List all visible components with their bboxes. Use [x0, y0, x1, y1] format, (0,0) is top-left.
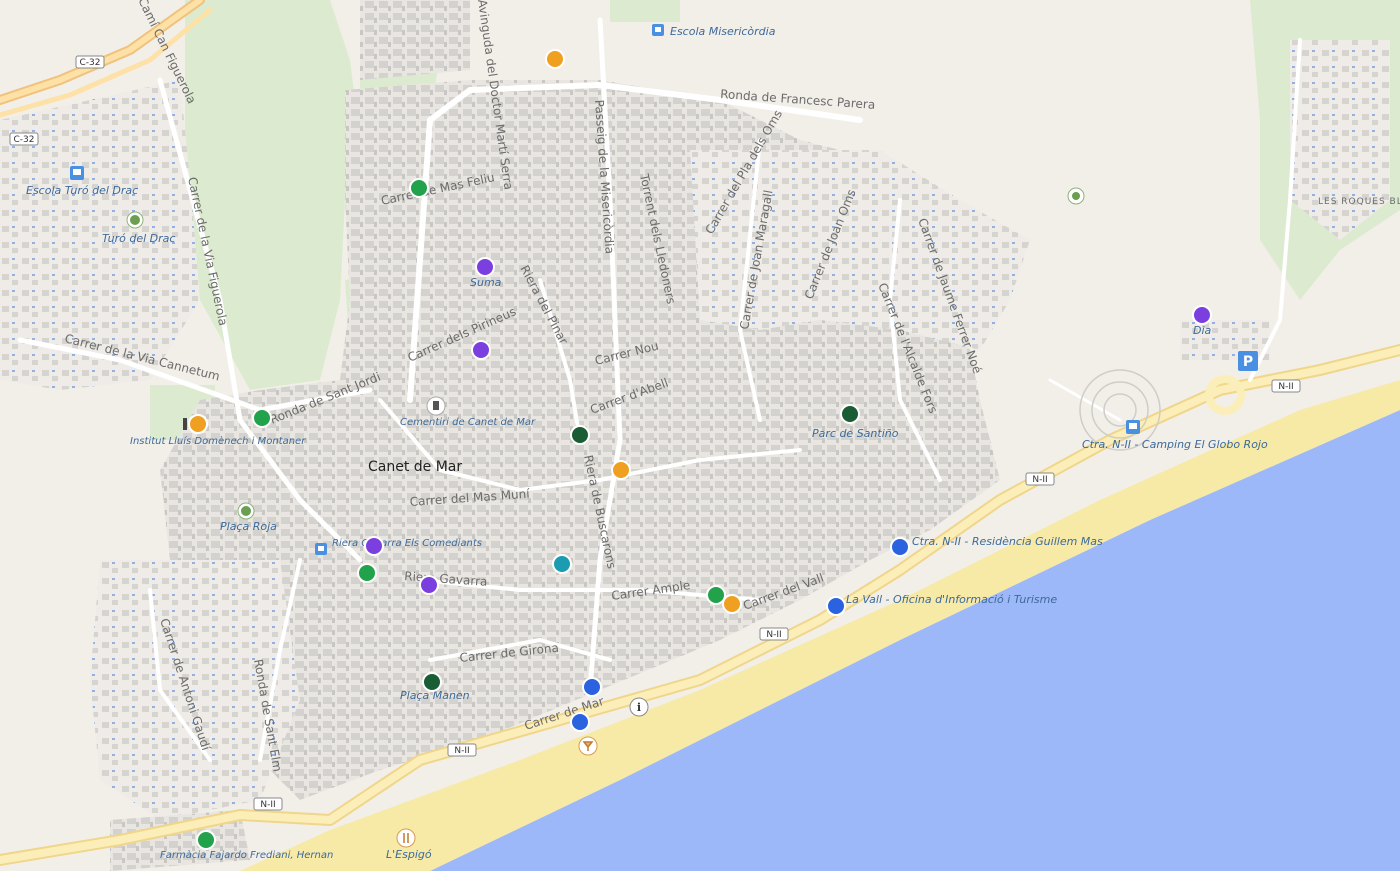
- svg-text:P: P: [1243, 354, 1253, 370]
- playground-icon: [1067, 187, 1085, 205]
- poi-marker-purple[interactable]: [471, 340, 491, 360]
- poi-marker-green[interactable]: [409, 178, 429, 198]
- poi-marker-green[interactable]: [357, 563, 377, 583]
- tree-icon: [126, 211, 144, 229]
- poi-marker-green[interactable]: [252, 408, 272, 428]
- road-shield-n2-b: N-II: [1025, 472, 1055, 486]
- svg-text:N-II: N-II: [1278, 382, 1293, 392]
- bar-icon: [578, 736, 598, 756]
- road-shield-n2-d: N-II: [447, 743, 477, 757]
- tree-icon: [237, 502, 255, 520]
- place-label: Parc de Santiño: [812, 427, 899, 440]
- svg-text:N-II: N-II: [766, 630, 781, 640]
- place-label: L'Espigó: [386, 848, 432, 861]
- place-label: Institut Lluís Domènech i Montaner: [130, 435, 306, 447]
- svg-text:C-32: C-32: [14, 135, 35, 145]
- poi-marker-darkgreen[interactable]: [422, 672, 442, 692]
- place-label: Ctra. N-II - Residència Guillem Mas: [912, 535, 1103, 548]
- place-label: Cementiri de Canet de Mar: [400, 417, 536, 428]
- bus-stop-icon: [315, 543, 327, 555]
- place-label: Suma: [470, 276, 502, 289]
- poi-marker-orange[interactable]: [188, 414, 208, 434]
- poi-marker-blue[interactable]: [890, 537, 910, 557]
- road-shield-n2-c: N-II: [759, 627, 789, 641]
- svg-text:N-II: N-II: [1032, 475, 1047, 485]
- place-label: La Vall - Oficina d'Informació i Turisme: [846, 593, 1057, 606]
- road-shield-c32-a: C-32: [75, 55, 105, 69]
- poi-marker-orange[interactable]: [611, 460, 631, 480]
- place-label: Farmàcia Fajardo Frediani, Hernan: [160, 849, 333, 861]
- poi-marker-purple[interactable]: [419, 575, 439, 595]
- poi-marker-blue[interactable]: [582, 677, 602, 697]
- road-shield-c32-b: C-32: [9, 132, 39, 146]
- poi-marker-blue[interactable]: [826, 596, 846, 616]
- restaurant-icon: [396, 828, 416, 848]
- info-icon: i: [629, 697, 649, 717]
- school-icon: [183, 418, 187, 430]
- place-label: Plaça Roja: [220, 520, 277, 533]
- poi-marker-purple[interactable]: [364, 536, 384, 556]
- place-label: Dia: [1193, 324, 1212, 337]
- bus-stop-icon: [70, 166, 84, 180]
- place-label: Escola Misericòrdia: [670, 25, 776, 38]
- parking-icon: P: [1238, 351, 1258, 371]
- place-label: Turó del Drac: [102, 232, 175, 245]
- place-label: Escola Turó del Drac: [26, 184, 138, 197]
- poi-marker-orange[interactable]: [545, 49, 565, 69]
- svg-text:N-II: N-II: [260, 800, 275, 810]
- svg-text:C-32: C-32: [80, 58, 101, 68]
- poi-marker-green[interactable]: [196, 830, 216, 850]
- bus-stop-icon: [652, 24, 664, 36]
- place-label: Ctra. N-II - Camping El Globo Rojo: [1082, 438, 1268, 451]
- bus-stop-icon: [1126, 420, 1140, 434]
- svg-text:i: i: [637, 701, 641, 714]
- poi-marker-green[interactable]: [706, 585, 726, 605]
- town-label: Canet de Mar: [368, 459, 462, 475]
- poi-marker-orange[interactable]: [722, 594, 742, 614]
- poi-marker-purple[interactable]: [475, 257, 495, 277]
- poi-marker-purple[interactable]: [1192, 305, 1212, 325]
- cemetery-icon: [426, 396, 446, 416]
- poi-marker-teal[interactable]: [552, 554, 572, 574]
- svg-text:N-II: N-II: [454, 746, 469, 756]
- poi-marker-darkgreen[interactable]: [840, 404, 860, 424]
- place-label: LES ROQUES BLANQUES: [1318, 197, 1400, 207]
- road-shield-n2-e: N-II: [253, 797, 283, 811]
- poi-marker-blue[interactable]: [570, 712, 590, 732]
- place-label: Riera Gavarra Els Comediants: [332, 538, 482, 549]
- poi-marker-darkgreen[interactable]: [570, 425, 590, 445]
- map-canvas[interactable]: C-32 C-32 N-II N-II N-II N-II N-II Ronda…: [0, 0, 1400, 871]
- road-shield-n2-a: N-II: [1271, 379, 1301, 393]
